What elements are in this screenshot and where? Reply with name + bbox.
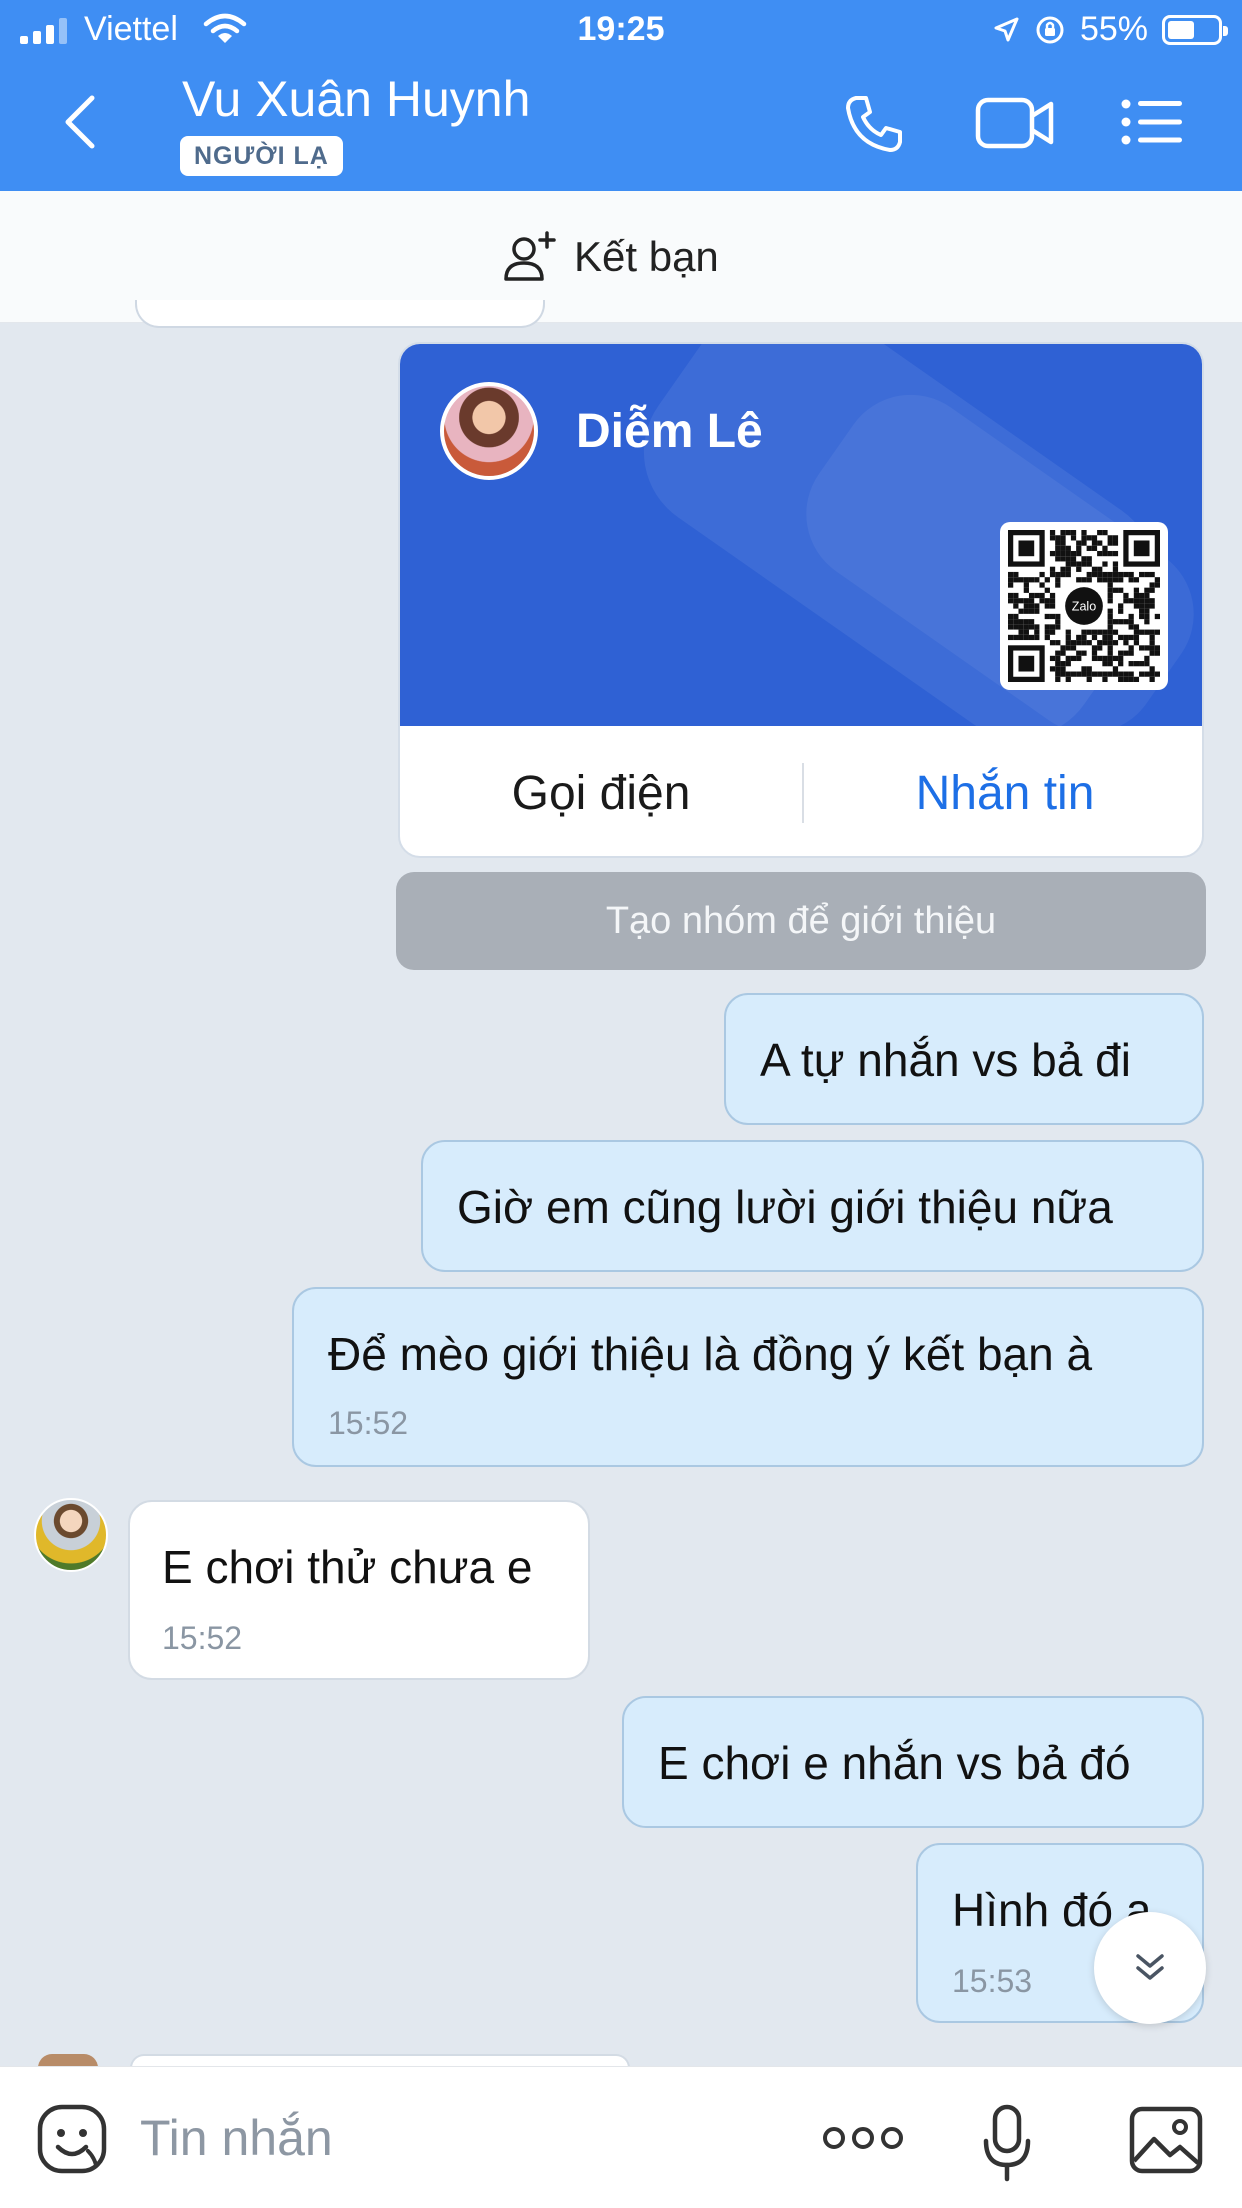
message-input[interactable] [140,2103,760,2173]
double-chevron-down-icon [1136,1954,1164,1980]
sender-avatar[interactable] [34,1498,108,1572]
message-time: 15:52 [162,1620,243,1656]
video-call-icon [975,97,1054,149]
battery-icon [1162,14,1228,45]
message-input-bar [0,2066,1242,2208]
message-time: 15:52 [328,1405,409,1441]
contact-name[interactable]: Vu Xuân Huynh [182,70,530,128]
image-picker-button[interactable] [1128,2105,1204,2180]
voice-call-button[interactable] [842,92,922,162]
image-icon [1129,2106,1203,2174]
scroll-to-bottom-button[interactable] [1094,1912,1206,2024]
message-bubble-out[interactable]: E chơi e nhắn vs bả đó [622,1696,1204,1828]
phone-icon [846,96,902,152]
message-bubble-out[interactable]: A tự nhắn vs bả đi [724,993,1204,1125]
qr-code-image: Zalo [1008,530,1160,682]
status-right: 55% [992,10,1228,49]
voice-record-button[interactable] [982,2103,1032,2188]
battery-percent: 55% [1079,10,1148,48]
message-time: 15:53 [952,1963,1033,1999]
more-icon [823,2127,903,2149]
contact-card-actions: Gọi điện Nhắn tin [400,726,1202,856]
location-arrow-icon [994,17,1019,41]
message-bubble-out[interactable]: Để mèo giới thiệu là đồng ý kết bạn à 15… [292,1287,1204,1467]
message-text: E chơi thử chưa e [162,1541,533,1593]
message-text: E chơi e nhắn vs bả đó [658,1737,1131,1789]
app-header: Viettel 19:25 55% Vu Xuân Huynh NGƯỜI LẠ [0,0,1242,191]
qr-logo-text: Zalo [1072,600,1096,614]
stranger-badge: NGƯỜI LẠ [180,136,343,176]
back-button[interactable] [60,92,120,162]
message-text: A tự nhắn vs bả đi [760,1034,1131,1086]
add-friend-label: Kết bạn [574,233,719,280]
add-friend-button[interactable]: Kết bạn [500,219,719,295]
previous-message-bubble [135,300,545,328]
menu-icon [1121,99,1182,145]
orientation-lock-icon [1036,16,1064,43]
create-intro-group-button[interactable]: Tạo nhóm để giới thiệu [396,872,1206,970]
contact-card-name[interactable]: Diễm Lê [576,404,763,459]
add-user-icon [504,231,556,281]
status-bar: Viettel 19:25 55% [0,0,1242,60]
sticker-button[interactable] [34,2101,110,2182]
message-text: Để mèo giới thiệu là đồng ý kết bạn à [328,1328,1093,1380]
menu-button[interactable] [1120,92,1200,162]
sticker-icon [37,2104,107,2174]
video-call-button[interactable] [975,92,1055,162]
send-message-button[interactable]: Nhắn tin [804,766,1202,821]
contact-card-avatar[interactable] [440,382,538,480]
contact-card-header: Diễm Lê Zalo [400,344,1202,726]
back-icon [65,95,95,149]
contact-card[interactable]: Diễm Lê Zalo Gọi điện Nhắn tin [398,342,1204,858]
message-bubble-in[interactable]: E chơi thử chưa e 15:52 [128,1500,590,1680]
more-button[interactable] [822,2123,904,2158]
qr-code[interactable]: Zalo [1000,522,1168,690]
call-button[interactable]: Gọi điện [400,766,802,821]
message-text: Giờ em cũng lười giới thiệu nữa [457,1181,1113,1233]
microphone-icon [983,2104,1031,2182]
message-bubble-out[interactable]: Giờ em cũng lười giới thiệu nữa [421,1140,1204,1272]
